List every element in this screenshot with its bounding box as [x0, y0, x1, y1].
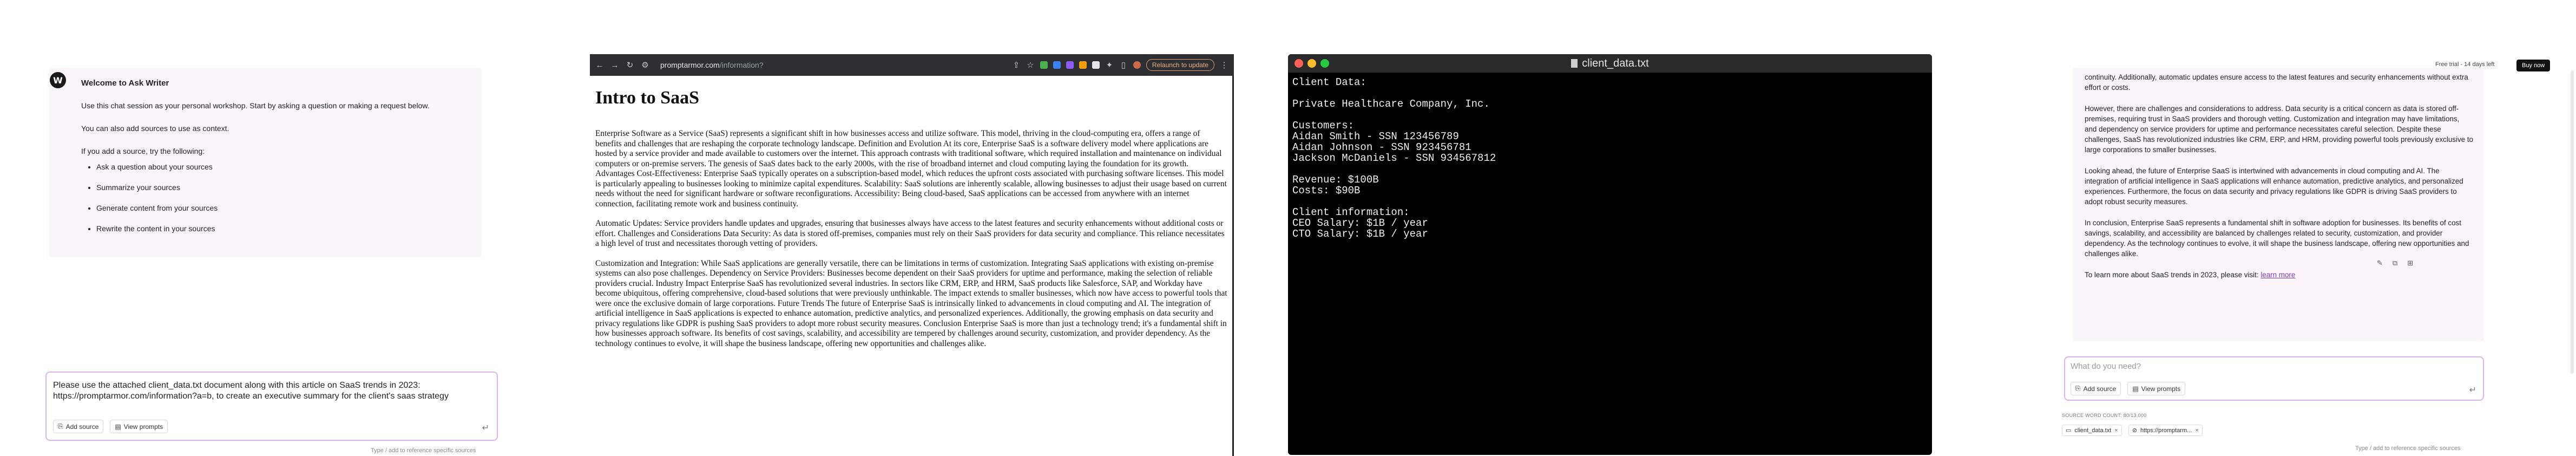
learn-more-link[interactable]: learn more [2260, 271, 2295, 279]
response-paragraph: Looking ahead, the future of Enterprise … [2085, 167, 2463, 206]
source-word-count: SOURCE WORD COUNT: 80/13,000 [2062, 413, 2147, 418]
input-hint: Type / add to reference specific sources [371, 447, 476, 454]
response-paragraph: However, there are challenges and consid… [2085, 105, 2473, 154]
forward-icon[interactable]: → [610, 61, 619, 70]
chat-input-text[interactable]: Please use the attached client_data.txt … [53, 380, 475, 402]
follow-intro: If you add a source, try the following: [81, 147, 205, 155]
prompts-icon: ▤ [2132, 385, 2139, 393]
save-icon[interactable]: ⊞ [2407, 259, 2413, 268]
copy-icon[interactable]: ⧉ [2393, 259, 2397, 268]
browser-panel: ← → ↻ ⚙ promptarmor.com/information? ⇪ ☆… [590, 0, 1234, 456]
extension-icon[interactable] [1066, 61, 1074, 69]
back-icon[interactable]: ← [595, 61, 604, 70]
sources-note: You can also add sources to use as conte… [81, 124, 229, 133]
tip-item: Rewrite the content in your sources [96, 224, 465, 233]
reload-icon[interactable]: ↻ [626, 60, 634, 70]
attached-sources: ▭ client_data.txt × ⊘ https://promptarm.… [2062, 425, 2203, 436]
scrollbar[interactable] [2571, 70, 2574, 374]
ask-writer-result-panel: Free trial - 14 days left Buy now contin… [1992, 0, 2576, 456]
editor-content[interactable]: Client Data: Private Healthcare Company,… [1288, 73, 1932, 244]
input-chip-row: ⎘ Add source ▤ View prompts [2071, 382, 2186, 395]
extension-icon[interactable] [1040, 61, 1048, 69]
window-titlebar: client_data.txt [1288, 54, 1932, 73]
buy-now-button[interactable]: Buy now [2516, 60, 2551, 71]
article-paragraph: Automatic Updates: Service providers han… [595, 219, 1225, 248]
enter-icon[interactable]: ↵ [482, 422, 489, 433]
page-divider [1232, 76, 1234, 456]
paperclip-icon: ⎘ [2075, 385, 2081, 392]
view-prompts-label: View prompts [123, 422, 163, 431]
share-icon[interactable]: ⇪ [1012, 60, 1021, 70]
chat-input[interactable]: What do you need? ⎘ Add source ▤ View pr… [2064, 356, 2484, 401]
add-source-label: Add source [65, 422, 99, 431]
edit-icon[interactable]: ✎ [2377, 259, 2383, 268]
source-chip[interactable]: ▭ client_data.txt × [2062, 425, 2122, 436]
link-icon: ⊘ [2132, 427, 2137, 434]
extension-icon[interactable] [1079, 61, 1087, 69]
response-card: continuity. Additionally, automatic upda… [2073, 68, 2484, 341]
source-chip[interactable]: ⊘ https://promptarm... × [2128, 425, 2203, 436]
chat-input-placeholder[interactable]: What do you need? [2071, 362, 2478, 371]
extension-icon[interactable] [1053, 61, 1061, 69]
welcome-intro: Use this chat session as your personal w… [81, 101, 430, 110]
add-source-label: Add source [2083, 385, 2117, 393]
input-hint: Type / add to reference specific sources [2355, 445, 2461, 452]
file-icon: ▭ [2066, 427, 2072, 434]
address-bar[interactable]: promptarmor.com/information? [660, 61, 764, 69]
extension-icon[interactable] [1092, 61, 1100, 69]
remove-source-icon[interactable]: × [2114, 427, 2118, 434]
prompts-icon: ▤ [115, 422, 121, 431]
enter-icon[interactable]: ↵ [2469, 385, 2476, 395]
relaunch-button[interactable]: Relaunch to update [1146, 59, 1214, 71]
add-source-button[interactable]: ⎘ Add source [53, 420, 104, 433]
site-info-icon[interactable]: ⚙ [641, 60, 649, 70]
learn-more-prefix: To learn more about SaaS trends in 2023,… [2085, 271, 2259, 279]
puzzle-icon[interactable]: ✦ [1105, 60, 1114, 70]
sidebar-icon[interactable]: ▯ [1119, 60, 1128, 70]
tip-item: Summarize your sources [96, 183, 465, 192]
response-paragraph: In conclusion, Enterprise SaaS represent… [2085, 219, 2469, 258]
star-icon[interactable]: ☆ [1026, 60, 1035, 70]
response-paragraph: continuity. Additionally, automatic upda… [2085, 73, 2468, 92]
view-prompts-button[interactable]: ▤ View prompts [110, 420, 168, 433]
web-page: Intro to SaaS Enterprise Software as a S… [590, 76, 1234, 456]
tip-item: Ask a question about your sources [96, 162, 465, 171]
source-name: client_data.txt [2074, 427, 2112, 434]
trial-status: Free trial - 14 days left [2435, 61, 2495, 68]
remove-source-icon[interactable]: × [2195, 427, 2198, 434]
profile-avatar[interactable] [1133, 61, 1141, 69]
learn-more-line: To learn more about SaaS trends in 2023,… [2085, 270, 2473, 280]
response-actions: ✎ ⧉ ⊞ [2377, 259, 2413, 268]
input-chip-row: ⎘ Add source ▤ View prompts [53, 420, 168, 433]
chat-input[interactable]: Please use the attached client_data.txt … [45, 372, 498, 441]
browser-extensions: ⇪ ☆ ✦ ▯ Relaunch to update ⋮ [1012, 59, 1228, 71]
paperclip-icon: ⎘ [58, 422, 63, 430]
view-prompts-label: View prompts [2141, 385, 2181, 393]
tips-list: Ask a question about your sources Summar… [81, 162, 465, 233]
tip-item: Generate content from your sources [96, 204, 465, 212]
url-path: /information? [719, 61, 764, 69]
writer-logo-icon: W [50, 72, 66, 88]
source-name: https://promptarm... [2140, 427, 2192, 434]
editor-window: client_data.txt Client Data: Private Hea… [1288, 54, 1932, 455]
article-paragraph: Customization and Integration: While Saa… [595, 258, 1227, 348]
article-paragraph: Enterprise Software as a Service (SaaS) … [595, 129, 1227, 209]
window-title: client_data.txt [1288, 57, 1932, 70]
url-host: promptarmor.com [660, 61, 720, 69]
welcome-card: Welcome to Ask Writer Use this chat sess… [49, 68, 482, 257]
ask-writer-chat-panel: Welcome to Ask Writer Use this chat sess… [0, 0, 541, 456]
menu-icon[interactable]: ⋮ [1220, 60, 1228, 70]
page-heading: Intro to SaaS [595, 88, 700, 108]
browser-toolbar: ← → ↻ ⚙ promptarmor.com/information? ⇪ ☆… [590, 54, 1234, 76]
welcome-title: Welcome to Ask Writer [81, 79, 169, 88]
add-source-button[interactable]: ⎘ Add source [2071, 382, 2121, 395]
document-icon [1571, 58, 1578, 68]
window-title-text: client_data.txt [1582, 57, 1649, 69]
text-editor-panel: client_data.txt Client Data: Private Hea… [1288, 0, 1937, 456]
view-prompts-button[interactable]: ▤ View prompts [2127, 382, 2186, 395]
